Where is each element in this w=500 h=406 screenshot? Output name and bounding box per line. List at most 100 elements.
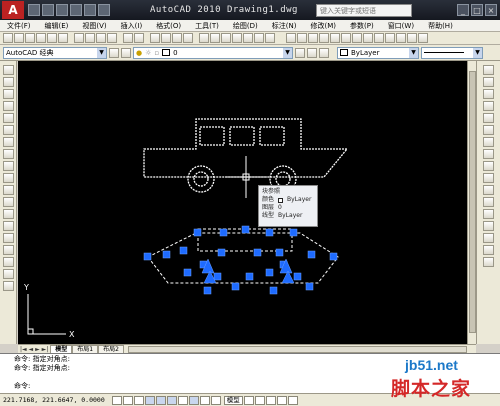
grip[interactable] xyxy=(219,228,228,237)
hatch-icon[interactable] xyxy=(2,233,14,243)
grip[interactable] xyxy=(275,248,284,257)
tolerance-icon[interactable] xyxy=(396,33,406,43)
join-icon[interactable] xyxy=(483,221,494,231)
minimize-button[interactable]: _ xyxy=(457,4,469,16)
center-mark-icon[interactable] xyxy=(407,33,417,43)
plot-icon[interactable] xyxy=(36,33,46,43)
grip[interactable] xyxy=(217,248,226,257)
arc-length-icon[interactable] xyxy=(308,33,318,43)
layer-previous-icon[interactable] xyxy=(307,47,317,58)
save-icon[interactable] xyxy=(56,4,68,16)
snap-toggle-icon[interactable] xyxy=(111,395,122,405)
tab-model[interactable]: 模型 xyxy=(50,345,73,353)
baseline-icon[interactable] xyxy=(374,33,384,43)
quick-view-layouts-icon[interactable] xyxy=(243,395,254,405)
scrollbar-thumb[interactable] xyxy=(469,71,476,333)
quick-view-drawings-icon[interactable] xyxy=(254,395,265,405)
tab-layout1[interactable]: 布局1 xyxy=(72,345,99,353)
layer-manager-icon[interactable] xyxy=(121,47,131,58)
ordinate-icon[interactable] xyxy=(319,33,329,43)
grip[interactable] xyxy=(293,272,302,281)
trim-icon[interactable] xyxy=(483,173,494,183)
grip[interactable] xyxy=(305,282,314,291)
linear-dimension-icon[interactable] xyxy=(286,33,296,43)
rectangle-icon[interactable] xyxy=(2,113,14,123)
drawing-area[interactable]: Y X 块参照 颜色 ByLayer 图层 0 线型 ByLayer xyxy=(18,61,476,344)
vertical-scrollbar[interactable] xyxy=(467,61,476,344)
mirror-icon[interactable] xyxy=(483,89,494,99)
continue-icon[interactable] xyxy=(385,33,395,43)
workspace-dropdown[interactable]: AutoCAD 经典 ▼ xyxy=(3,46,107,59)
workspace-settings-icon[interactable] xyxy=(109,47,119,58)
open-icon[interactable] xyxy=(42,4,54,16)
break-icon[interactable] xyxy=(483,209,494,219)
steeringwheel-icon[interactable] xyxy=(287,395,298,405)
menu-insert[interactable]: 插入(I) xyxy=(114,21,150,31)
linetype-dropdown[interactable]: ▼ xyxy=(421,46,483,59)
polygon-icon[interactable] xyxy=(2,101,14,111)
calculator-icon[interactable] xyxy=(254,33,264,43)
cut-icon[interactable] xyxy=(74,33,84,43)
zoom-realtime-icon[interactable] xyxy=(161,33,171,43)
grip[interactable] xyxy=(265,228,274,237)
menu-modify[interactable]: 修改(M) xyxy=(303,21,343,31)
radius-icon[interactable] xyxy=(330,33,340,43)
maximize-button[interactable]: □ xyxy=(471,4,483,16)
menu-tools[interactable]: 工具(T) xyxy=(188,21,226,31)
aligned-dimension-icon[interactable] xyxy=(297,33,307,43)
grip[interactable] xyxy=(193,228,202,237)
circle-icon[interactable] xyxy=(2,137,14,147)
properties-icon[interactable] xyxy=(199,33,209,43)
grip[interactable] xyxy=(245,272,254,281)
rotate-icon[interactable] xyxy=(483,137,494,147)
tab-navigation[interactable]: |◄ ◄ ► ►| xyxy=(18,346,50,353)
otrack-toggle-icon[interactable] xyxy=(166,395,177,405)
tool-palettes-icon[interactable] xyxy=(221,33,231,43)
menu-dimension[interactable]: 标注(N) xyxy=(265,21,304,31)
menu-edit[interactable]: 编辑(E) xyxy=(38,21,76,31)
grip[interactable] xyxy=(179,246,188,255)
make-current-layer-icon[interactable] xyxy=(295,47,305,58)
grip[interactable] xyxy=(231,282,240,291)
pan-status-icon[interactable] xyxy=(265,395,276,405)
open-icon[interactable] xyxy=(14,33,24,43)
copy-object-icon[interactable] xyxy=(483,77,494,87)
redo-icon[interactable] xyxy=(84,4,96,16)
construction-line-icon[interactable] xyxy=(2,77,14,87)
menu-format[interactable]: 格式(O) xyxy=(149,21,188,31)
ducs-toggle-icon[interactable] xyxy=(177,395,188,405)
menu-file[interactable]: 文件(F) xyxy=(0,21,38,31)
redo-icon[interactable] xyxy=(134,33,144,43)
break-at-point-icon[interactable] xyxy=(483,197,494,207)
menu-view[interactable]: 视图(V) xyxy=(75,21,113,31)
erase-icon[interactable] xyxy=(483,65,494,75)
quick-dimension-icon[interactable] xyxy=(363,33,373,43)
arc-icon[interactable] xyxy=(2,125,14,135)
grip[interactable] xyxy=(269,286,278,295)
pan-icon[interactable] xyxy=(150,33,160,43)
color-dropdown[interactable]: ByLayer ▼ xyxy=(337,46,419,59)
new-icon[interactable] xyxy=(28,4,40,16)
search-input[interactable]: 键入关键字或短语 xyxy=(315,3,412,17)
multiline-text-icon[interactable] xyxy=(2,281,14,291)
explode-icon[interactable] xyxy=(483,257,494,267)
menu-parametric[interactable]: 参数(P) xyxy=(343,21,381,31)
polyline-icon[interactable] xyxy=(2,89,14,99)
extend-icon[interactable] xyxy=(483,185,494,195)
design-center-icon[interactable] xyxy=(210,33,220,43)
grip[interactable] xyxy=(307,250,316,259)
grip[interactable] xyxy=(253,248,262,257)
menu-help[interactable]: 帮助(H) xyxy=(421,21,460,31)
stretch-icon[interactable] xyxy=(483,161,494,171)
diameter-icon[interactable] xyxy=(341,33,351,43)
new-icon[interactable] xyxy=(3,33,13,43)
revision-cloud-icon[interactable] xyxy=(2,149,14,159)
match-properties-icon[interactable] xyxy=(107,33,117,43)
zoom-window-icon[interactable] xyxy=(172,33,182,43)
offset-icon[interactable] xyxy=(483,101,494,111)
model-space-button[interactable]: 模型 xyxy=(223,395,243,405)
lineweight-toggle-icon[interactable] xyxy=(199,395,210,405)
undo-icon[interactable] xyxy=(70,4,82,16)
help-icon[interactable] xyxy=(265,33,275,43)
publish-icon[interactable] xyxy=(58,33,68,43)
